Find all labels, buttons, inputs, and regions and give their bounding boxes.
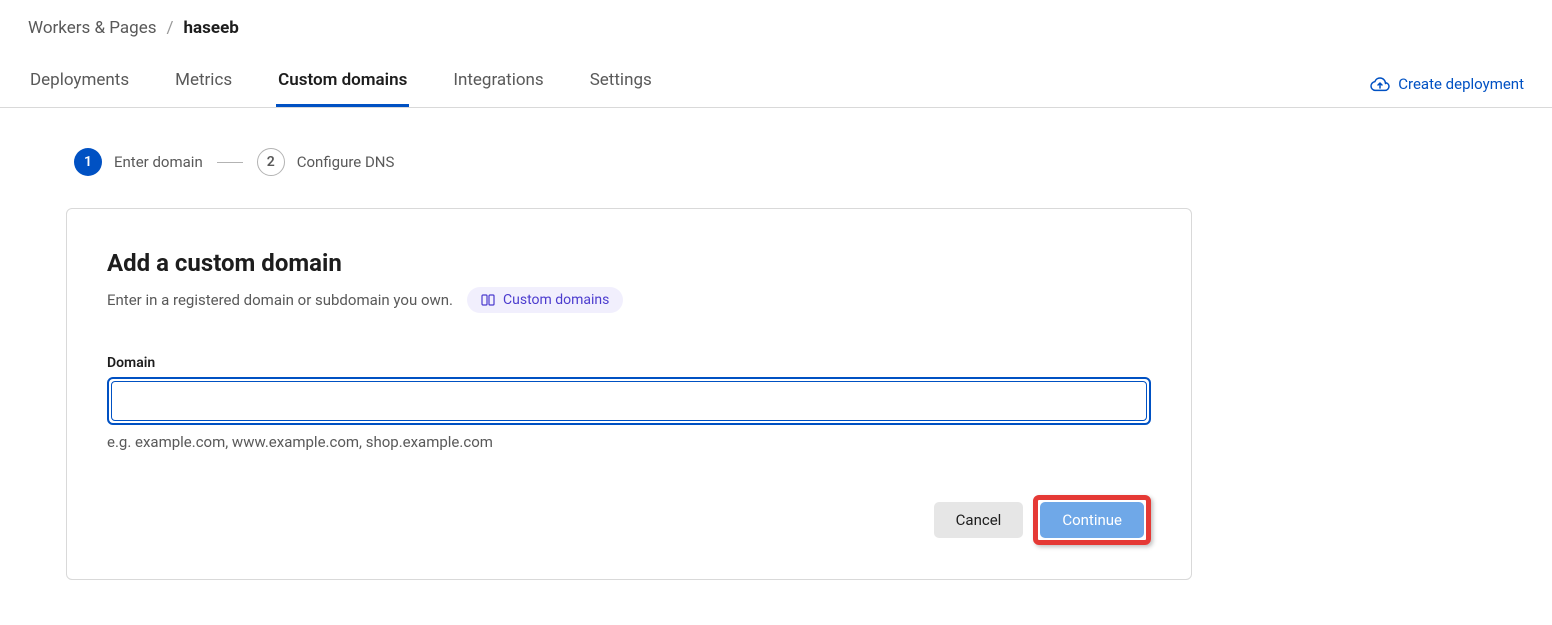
card-subtitle: Enter in a registered domain or subdomai… xyxy=(107,291,453,309)
add-domain-card: Add a custom domain Enter in a registere… xyxy=(66,208,1192,580)
custom-domains-badge[interactable]: Custom domains xyxy=(467,287,623,313)
step-2-circle: 2 xyxy=(257,148,285,176)
cloud-upload-icon xyxy=(1370,76,1390,92)
card-subrow: Enter in a registered domain or subdomai… xyxy=(107,287,1151,313)
badge-label: Custom domains xyxy=(503,292,609,308)
domain-input[interactable] xyxy=(111,381,1147,421)
button-row: Cancel Continue xyxy=(107,495,1151,545)
card-title: Add a custom domain xyxy=(107,249,1151,277)
tab-settings[interactable]: Settings xyxy=(588,58,654,107)
tabs: Deployments Metrics Custom domains Integ… xyxy=(28,58,654,107)
domain-field-label: Domain xyxy=(107,355,1151,371)
create-deployment-label: Create deployment xyxy=(1398,75,1524,93)
step-2: 2 Configure DNS xyxy=(257,148,395,176)
step-1: 1 Enter domain xyxy=(74,148,203,176)
continue-button[interactable]: Continue xyxy=(1040,502,1144,538)
tab-metrics[interactable]: Metrics xyxy=(173,58,234,107)
tab-custom-domains[interactable]: Custom domains xyxy=(276,58,409,107)
book-icon xyxy=(481,294,495,306)
step-connector xyxy=(217,162,243,163)
tab-integrations[interactable]: Integrations xyxy=(451,58,545,107)
main-area: 1 Enter domain 2 Configure DNS Add a cus… xyxy=(0,108,1552,580)
domain-hint: e.g. example.com, www.example.com, shop.… xyxy=(107,433,1151,451)
step-2-label: Configure DNS xyxy=(297,153,395,171)
cancel-button[interactable]: Cancel xyxy=(934,502,1024,538)
header-row: Deployments Metrics Custom domains Integ… xyxy=(0,58,1552,108)
continue-highlight: Continue xyxy=(1033,495,1151,545)
breadcrumb: Workers & Pages / haseeb xyxy=(0,0,1552,38)
create-deployment-link[interactable]: Create deployment xyxy=(1370,75,1524,107)
breadcrumb-current[interactable]: haseeb xyxy=(184,18,239,38)
step-1-circle: 1 xyxy=(74,148,102,176)
tab-deployments[interactable]: Deployments xyxy=(28,58,131,107)
domain-field-wrapper xyxy=(107,377,1151,425)
breadcrumb-separator: / xyxy=(167,18,174,38)
stepper: 1 Enter domain 2 Configure DNS xyxy=(74,148,1552,176)
step-1-label: Enter domain xyxy=(114,153,203,171)
breadcrumb-root[interactable]: Workers & Pages xyxy=(28,18,157,38)
